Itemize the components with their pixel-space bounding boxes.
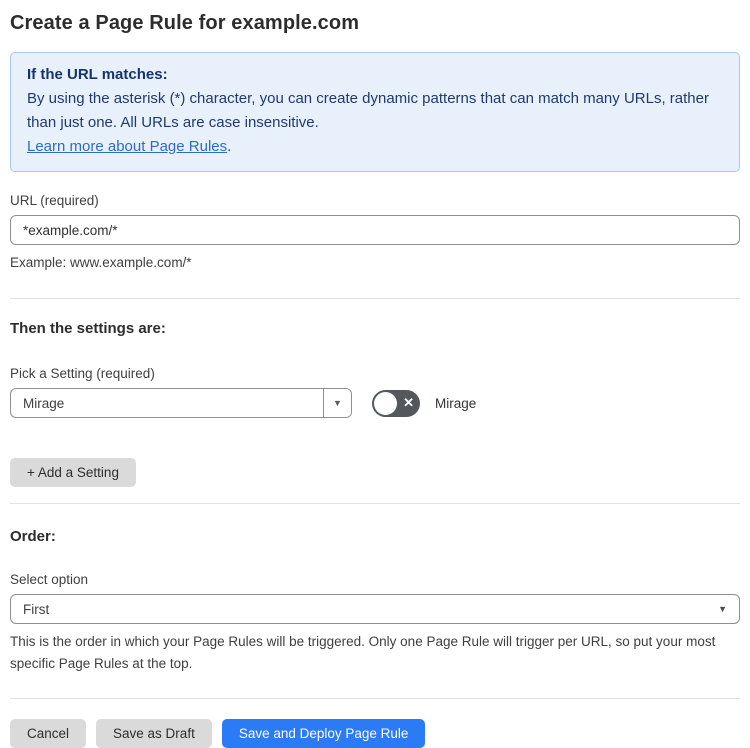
info-box-heading: If the URL matches: — [27, 66, 168, 83]
setting-select-value: Mirage — [23, 395, 65, 411]
settings-section-heading: Then the settings are: — [10, 320, 166, 337]
url-field-label: URL (required) — [10, 193, 99, 208]
setting-select-arrow-button[interactable]: ▼ — [323, 389, 351, 417]
save-as-draft-button[interactable]: Save as Draft — [96, 719, 212, 748]
order-section-heading: Order: — [10, 528, 56, 545]
setting-row: Mirage ▼ ✕ Mirage — [10, 388, 740, 418]
divider — [10, 298, 740, 299]
url-input[interactable] — [10, 215, 740, 245]
url-match-info-box: If the URL matches: By using the asteris… — [10, 52, 740, 172]
chevron-down-icon: ▼ — [333, 398, 342, 408]
pick-setting-label: Pick a Setting (required) — [10, 366, 155, 381]
url-helper-text: Example: www.example.com/* — [10, 255, 192, 270]
toggle-off-x-icon: ✕ — [403, 395, 414, 411]
order-select-label: Select option — [10, 572, 89, 587]
page-title: Create a Page Rule for example.com — [10, 12, 360, 34]
toggle-knob — [374, 391, 397, 415]
order-helper-text: This is the order in which your Page Rul… — [10, 634, 716, 671]
info-box-body: By using the asterisk (*) character, you… — [27, 90, 709, 131]
save-and-deploy-button[interactable]: Save and Deploy Page Rule — [221, 719, 426, 748]
info-box-link-line: Learn more about Page Rules. — [27, 135, 723, 159]
chevron-down-icon: ▼ — [718, 604, 727, 614]
link-suffix: . — [227, 138, 232, 155]
mirage-toggle[interactable]: ✕ — [372, 389, 420, 417]
footer-actions: Cancel Save as Draft Save and Deploy Pag… — [10, 719, 740, 748]
learn-more-link[interactable]: Learn more about Page Rules — [27, 138, 227, 155]
page-rule-form: Create a Page Rule for example.com If th… — [0, 0, 750, 748]
order-select-value: First — [23, 601, 50, 617]
cancel-button[interactable]: Cancel — [10, 719, 87, 748]
add-setting-button[interactable]: + Add a Setting — [10, 458, 136, 487]
setting-select[interactable]: Mirage ▼ — [10, 388, 352, 418]
divider — [10, 503, 740, 504]
order-select[interactable]: First ▼ — [10, 594, 740, 624]
divider — [10, 698, 740, 699]
toggle-label: Mirage — [435, 395, 477, 411]
